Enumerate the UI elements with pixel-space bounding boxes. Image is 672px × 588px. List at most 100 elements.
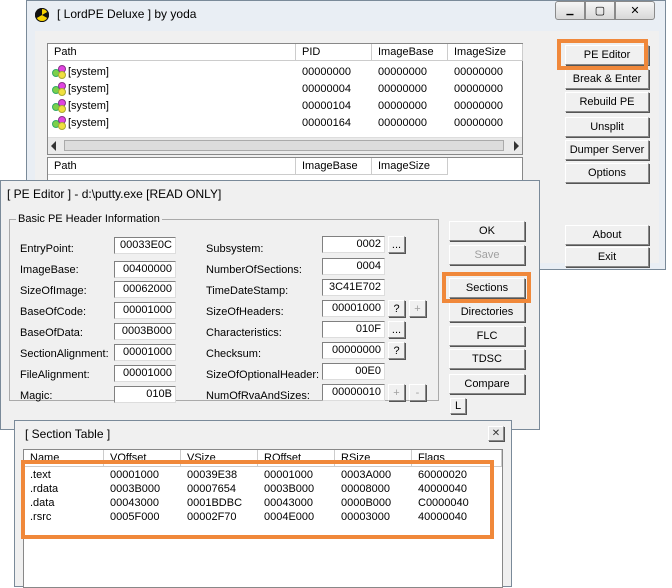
- l-button[interactable]: L: [450, 398, 466, 414]
- process-imagesize: 00000000: [454, 83, 503, 95]
- process-path: [system]: [68, 66, 109, 78]
- checksum-field[interactable]: 00000000: [322, 342, 385, 359]
- main-window-title: [ LordPE Deluxe ] by yoda: [57, 7, 197, 21]
- imagebase-field[interactable]: 00400000: [114, 261, 176, 278]
- table-row[interactable]: [system] 00000000 00000000 00000000: [48, 64, 522, 81]
- table-row[interactable]: [system] 00000104 00000000 00000000: [48, 98, 522, 115]
- unsplit-button[interactable]: Unsplit: [565, 117, 649, 137]
- filealignment-label: FileAlignment:: [20, 369, 90, 381]
- process-icon: [52, 65, 66, 79]
- process-path: [system]: [68, 117, 109, 129]
- sections-highlight: [442, 272, 531, 303]
- baseofcode-field[interactable]: 00001000: [114, 302, 176, 319]
- table-row[interactable]: [system] 00000164 00000000 00000000: [48, 115, 522, 132]
- subsystem-label: Subsystem:: [206, 243, 264, 255]
- timedatestamp-label: TimeDateStamp:: [206, 285, 289, 297]
- numberofsections-label: NumberOfSections:: [206, 264, 302, 276]
- process-icon: [52, 116, 66, 130]
- baseofdata-label: BaseOfData:: [20, 327, 83, 339]
- subsystem-field[interactable]: 0002: [322, 236, 385, 253]
- flc-button[interactable]: FLC: [449, 326, 525, 346]
- sizeofoptionalheader-label: SizeOfOptionalHeader:: [206, 369, 320, 381]
- process-imagesize: 00000000: [454, 117, 503, 129]
- pe-editor-window: [ PE Editor ] - d:\putty.exe [READ ONLY]…: [0, 180, 540, 430]
- save-button[interactable]: Save: [449, 245, 525, 265]
- sizeofimage-field[interactable]: 00062000: [114, 281, 176, 298]
- subsystem-ellipsis-button[interactable]: ...: [388, 236, 405, 253]
- tdsc-button[interactable]: TDSC: [449, 349, 525, 369]
- process-list-hscrollbar[interactable]: [48, 137, 522, 154]
- process-pid: 00000004: [302, 83, 351, 95]
- magic-field[interactable]: 010B: [114, 386, 176, 403]
- entrypoint-label: EntryPoint:: [20, 243, 74, 255]
- dumper-server-button[interactable]: Dumper Server: [565, 140, 649, 160]
- close-icon: ✕: [491, 428, 501, 439]
- process-pid: 00000164: [302, 117, 351, 129]
- numofrvaandsizes-plus-button[interactable]: +: [388, 384, 405, 401]
- sizeofheaders-field[interactable]: 00001000: [322, 300, 385, 317]
- close-icon: ✕: [630, 5, 640, 17]
- module-col-path[interactable]: Path: [48, 158, 296, 175]
- section-table-close-button[interactable]: ✕: [488, 426, 504, 441]
- characteristics-field[interactable]: 010F: [322, 321, 385, 338]
- app-icon: [35, 8, 49, 22]
- magic-label: Magic:: [20, 390, 53, 402]
- main-titlebar[interactable]: [ LordPE Deluxe ] by yoda ▁ ▢ ✕: [27, 1, 665, 29]
- break-enter-button[interactable]: Break & Enter: [565, 69, 649, 89]
- characteristics-label: Characteristics:: [206, 327, 282, 339]
- module-col-imagebase[interactable]: ImageBase: [296, 158, 372, 175]
- process-pid: 00000000: [302, 66, 351, 78]
- process-col-imagesize[interactable]: ImageSize: [448, 44, 523, 61]
- about-button[interactable]: About: [565, 225, 649, 245]
- process-pid: 00000104: [302, 100, 351, 112]
- rebuild-pe-button[interactable]: Rebuild PE: [565, 92, 649, 112]
- maximize-button[interactable]: ▢: [585, 1, 615, 20]
- pe-editor-title: [ PE Editor ] - d:\putty.exe [READ ONLY]: [7, 187, 222, 201]
- baseofcode-label: BaseOfCode:: [20, 306, 87, 318]
- characteristics-ellipsis-button[interactable]: ...: [388, 321, 405, 338]
- section-rows-highlight: [21, 460, 494, 539]
- minimize-button[interactable]: ▁: [555, 1, 585, 20]
- process-icon: [52, 82, 66, 96]
- maximize-icon: ▢: [594, 5, 606, 17]
- directories-button[interactable]: Directories: [449, 302, 525, 322]
- timedatestamp-field[interactable]: 3C41E702: [322, 279, 385, 296]
- entrypoint-field[interactable]: 00033E0C: [114, 237, 176, 254]
- numberofsections-field[interactable]: 0004: [322, 258, 385, 275]
- scroll-right-icon[interactable]: [514, 141, 519, 151]
- exit-button[interactable]: Exit: [565, 247, 649, 267]
- compare-button[interactable]: Compare: [449, 374, 525, 394]
- sizeofheaders-label: SizeOfHeaders:: [206, 306, 284, 318]
- imagebase-label: ImageBase:: [20, 264, 79, 276]
- process-icon: [52, 99, 66, 113]
- scroll-thumb[interactable]: [64, 140, 504, 151]
- process-col-imagebase[interactable]: ImageBase: [372, 44, 448, 61]
- scroll-left-icon[interactable]: [51, 141, 56, 151]
- checksum-label: Checksum:: [206, 348, 262, 360]
- sizeofheaders-help-button[interactable]: ?: [388, 300, 405, 317]
- pe-editor-highlight: [557, 39, 648, 70]
- sizeofimage-label: SizeOfImage:: [20, 285, 87, 297]
- process-imagebase: 00000000: [378, 117, 427, 129]
- sizeofoptionalheader-field[interactable]: 00E0: [322, 363, 385, 380]
- filealignment-field[interactable]: 00001000: [114, 365, 176, 382]
- process-imagesize: 00000000: [454, 100, 503, 112]
- module-col-imagesize[interactable]: ImageSize: [372, 158, 448, 175]
- group-title: Basic PE Header Information: [16, 213, 162, 225]
- close-button[interactable]: ✕: [615, 1, 655, 20]
- ok-button[interactable]: OK: [449, 221, 525, 241]
- baseofdata-field[interactable]: 0003B000: [114, 323, 176, 340]
- process-imagebase: 00000000: [378, 66, 427, 78]
- numofrvaandsizes-minus-button[interactable]: -: [409, 384, 426, 401]
- numofrvaandsizes-field[interactable]: 00000010: [322, 384, 385, 401]
- process-list[interactable]: Path PID ImageBase ImageSize [system] 00…: [47, 43, 523, 155]
- process-col-pid[interactable]: PID: [296, 44, 372, 61]
- options-button[interactable]: Options: [565, 163, 649, 183]
- process-col-path[interactable]: Path: [48, 44, 296, 61]
- checksum-help-button[interactable]: ?: [388, 342, 405, 359]
- table-row[interactable]: [system] 00000004 00000000 00000000: [48, 81, 522, 98]
- sizeofheaders-plus-button[interactable]: +: [409, 300, 426, 317]
- process-imagesize: 00000000: [454, 66, 503, 78]
- numofrvaandsizes-label: NumOfRvaAndSizes:: [206, 390, 310, 402]
- sectionalignment-field[interactable]: 00001000: [114, 344, 176, 361]
